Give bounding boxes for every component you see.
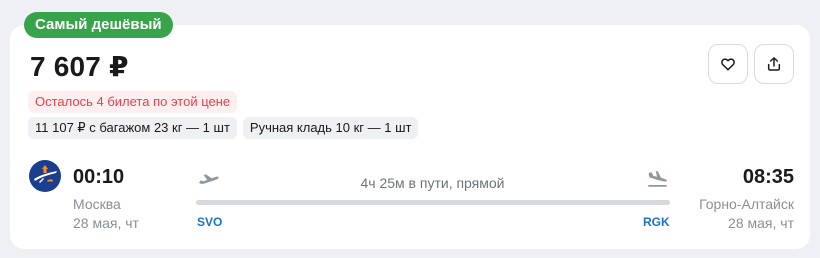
landing-icon xyxy=(648,170,667,187)
departure-city: Москва xyxy=(73,196,121,212)
departure-airport-code: SVO xyxy=(197,215,223,229)
favorite-button[interactable] xyxy=(708,44,748,84)
arrival-city: Горно-Алтайск xyxy=(699,196,794,212)
seats-left-warning: Осталось 4 билета по этой цене xyxy=(28,91,238,113)
route-line xyxy=(196,200,670,205)
departure-date: 28 мая, чт xyxy=(73,215,139,231)
cheapest-badge: Самый дешёвый xyxy=(24,12,173,38)
flight-duration: 4ч 25м в пути, прямой xyxy=(360,175,505,191)
takeoff-icon xyxy=(199,174,219,184)
arrival-date: 28 мая, чт xyxy=(728,215,794,231)
departure-time: 00:10 xyxy=(73,166,125,188)
hand-luggage-tag: Ручная кладь 10 кг — 1 шт xyxy=(242,117,419,139)
arrival-airport-code: RGK xyxy=(643,215,670,229)
share-button[interactable] xyxy=(754,44,794,84)
arrival-time: 08:35 xyxy=(742,166,794,188)
ticket-price: 7 607 ₽ xyxy=(30,51,129,82)
baggage-tag: 11 107 ₽ с багажом 23 кг — 1 шт xyxy=(28,117,237,139)
baggage-tags: 11 107 ₽ с багажом 23 кг — 1 шт Ручная к… xyxy=(28,117,419,139)
aeroflot-logo-icon xyxy=(29,160,61,192)
heart-icon xyxy=(721,58,735,71)
share-icon xyxy=(767,57,781,71)
ticket-card[interactable]: 7 607 ₽ Осталось 4 билета по этой цене 1… xyxy=(10,25,810,249)
